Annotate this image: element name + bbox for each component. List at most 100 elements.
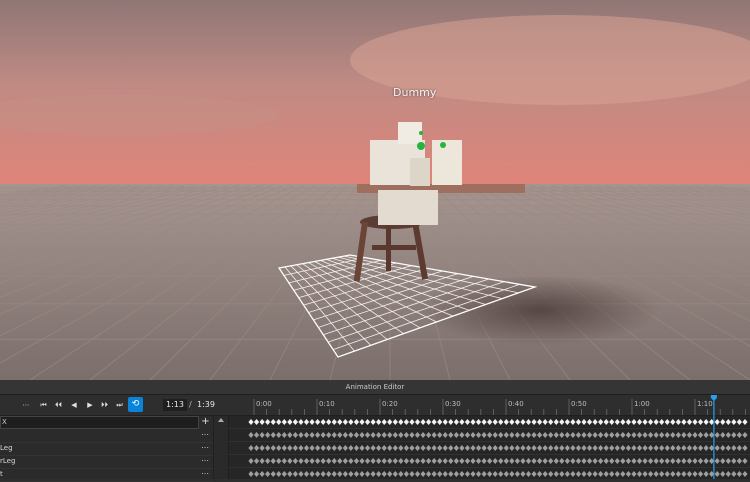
keyframe-diamond[interactable] (653, 471, 659, 477)
keyframe-diamond[interactable] (609, 432, 615, 438)
keyframe-diamond[interactable] (331, 419, 337, 425)
keyframe-diamond[interactable] (475, 458, 482, 464)
keyframe-diamond[interactable] (398, 419, 404, 425)
keyframe-diamond[interactable] (459, 458, 465, 464)
keyframe-diamond[interactable] (731, 458, 737, 464)
keyframe-diamond[interactable] (603, 471, 609, 477)
keyframe-diamond[interactable] (625, 458, 631, 464)
keyframe-diamond[interactable] (642, 445, 648, 451)
keyframe-diamond[interactable] (453, 471, 459, 477)
keyframe-diamond[interactable] (531, 458, 537, 464)
keyframe-diamond[interactable] (542, 432, 548, 438)
keyframe-diamond[interactable] (420, 445, 426, 451)
keyframe-diamond[interactable] (548, 432, 554, 438)
keyframe-diamond[interactable] (564, 458, 570, 464)
keyframe-diamond[interactable] (537, 432, 543, 438)
keyframe-diamond[interactable] (614, 445, 620, 451)
keyframe-diamond[interactable] (342, 471, 348, 477)
keyframe-diamond[interactable] (631, 445, 637, 451)
keyframe-diamond[interactable] (636, 419, 643, 425)
keyframe-diamond[interactable] (337, 471, 343, 477)
keyframe-diamond[interactable] (448, 458, 454, 464)
keyframe-diamond[interactable] (620, 458, 626, 464)
keyframe-diamond[interactable] (681, 445, 687, 451)
keyframe-diamond[interactable] (725, 445, 731, 451)
keyframe-diamond[interactable] (315, 471, 321, 477)
keyframe-diamond[interactable] (315, 419, 321, 425)
keyframe-diamond[interactable] (276, 432, 282, 438)
keyframe-diamond[interactable] (303, 419, 310, 425)
keyframe-diamond[interactable] (364, 445, 371, 451)
keyframe-diamond[interactable] (603, 445, 609, 451)
keyframe-diamond[interactable] (598, 445, 604, 451)
keyframe-diamond[interactable] (387, 432, 393, 438)
keyframe-diamond[interactable] (553, 419, 559, 425)
keyframe-diamond[interactable] (437, 419, 443, 425)
keyframe-diamond[interactable] (714, 445, 720, 451)
keyframe-diamond[interactable] (581, 445, 587, 451)
keyframe-diamond[interactable] (586, 445, 593, 451)
keyframe-diamond[interactable] (326, 458, 332, 464)
keyframe-diamond[interactable] (575, 445, 582, 451)
keyframe-diamond[interactable] (320, 419, 326, 425)
keyframe-diamond[interactable] (409, 445, 415, 451)
keyframe-diamond[interactable] (503, 471, 509, 477)
keyframe-diamond[interactable] (481, 445, 487, 451)
keyframe-diamond[interactable] (442, 471, 448, 477)
keyframe-diamond[interactable] (548, 445, 554, 451)
keyframe-diamond[interactable] (614, 458, 620, 464)
keyframe-diamond[interactable] (659, 458, 665, 464)
keyframe-diamond[interactable] (575, 432, 582, 438)
total-time-label[interactable]: 1:39 (197, 399, 215, 411)
keyframe-diamond[interactable] (453, 445, 459, 451)
keyframe-diamond[interactable] (309, 432, 315, 438)
keyframe-diamond[interactable] (620, 471, 626, 477)
keyframe-diamond[interactable] (481, 419, 487, 425)
keyframe-diamond[interactable] (403, 419, 409, 425)
keyframe-diamond[interactable] (320, 445, 326, 451)
keyframe-diamond[interactable] (659, 471, 665, 477)
keyframe-diamond[interactable] (642, 458, 648, 464)
play-reverse-button[interactable]: ◀ (69, 399, 79, 411)
play-button[interactable]: ▶ (85, 399, 95, 411)
keyframe-diamond[interactable] (614, 471, 620, 477)
keyframe-diamond[interactable] (292, 419, 298, 425)
track-row[interactable]: t ⋯ (0, 468, 213, 482)
keyframe-diamond[interactable] (431, 445, 437, 451)
keyframe-diamond[interactable] (537, 445, 543, 451)
keyframe-diamond[interactable] (303, 445, 310, 451)
keyframe-diamond[interactable] (631, 419, 637, 425)
keyframe-diamond[interactable] (303, 432, 310, 438)
keyframe-diamond[interactable] (403, 432, 409, 438)
keyframe-diamond[interactable] (409, 471, 415, 477)
keyframe-diamond[interactable] (403, 471, 409, 477)
keyframe-diamond[interactable] (703, 419, 709, 425)
keyframe-diamond[interactable] (309, 445, 315, 451)
keyframe-diamond[interactable] (370, 445, 376, 451)
keyframe-diamond[interactable] (409, 432, 415, 438)
keyframe-diamond[interactable] (320, 432, 326, 438)
keyframe-diamond[interactable] (420, 419, 426, 425)
keyframe-diamond[interactable] (553, 458, 559, 464)
keyframe-diamond[interactable] (703, 445, 709, 451)
keyframe-diamond[interactable] (570, 419, 576, 425)
keyframe-diamond[interactable] (265, 419, 271, 425)
keyframe-diamond[interactable] (586, 419, 593, 425)
keyframe-diamond[interactable] (620, 445, 626, 451)
keyframe-diamond[interactable] (320, 458, 326, 464)
keyframe-diamond[interactable] (675, 471, 681, 477)
keyframe-diamond[interactable] (359, 445, 365, 451)
keyframe-diamond[interactable] (492, 445, 498, 451)
keyframe-diamond[interactable] (681, 471, 687, 477)
keyframe-diamond[interactable] (603, 458, 609, 464)
keyframe-diamond[interactable] (492, 458, 498, 464)
keyframe-diamond[interactable] (353, 458, 360, 464)
keyframe-diamond[interactable] (353, 471, 360, 477)
keyframe-diamond[interactable] (392, 445, 398, 451)
keyframe-diamond[interactable] (731, 419, 737, 425)
keyframe-diamond[interactable] (359, 471, 365, 477)
keyframe-diamond[interactable] (298, 471, 304, 477)
keyframe-diamond[interactable] (348, 419, 354, 425)
keyframe-diamond[interactable] (559, 471, 565, 477)
track-more-button[interactable]: ⋯ (201, 428, 209, 441)
